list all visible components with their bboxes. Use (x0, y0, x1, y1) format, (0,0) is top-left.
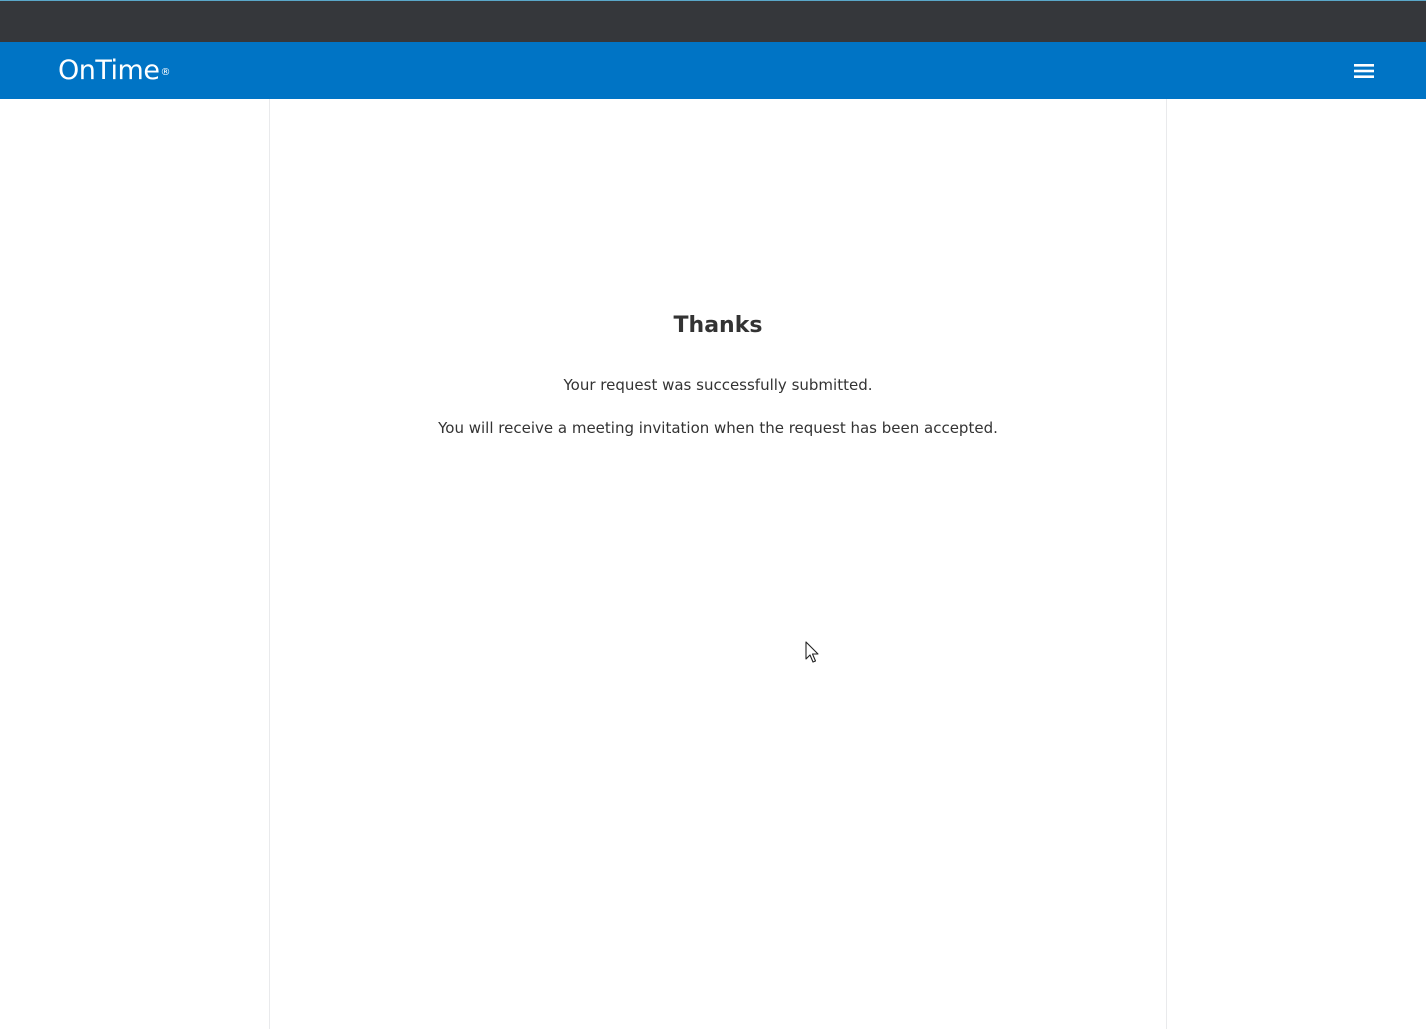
confirmation-line-invitation: You will receive a meeting invitation wh… (438, 419, 998, 437)
confirmation-title: Thanks (673, 313, 763, 338)
brand-name: OnTime (58, 55, 160, 86)
main-content-panel: Thanks Your request was successfully sub… (269, 99, 1167, 1029)
menu-button[interactable] (1348, 56, 1380, 86)
app-header: OnTime® (0, 42, 1426, 99)
mouse-pointer-icon (805, 641, 819, 663)
registered-mark: ® (160, 67, 170, 78)
window-top-strip (0, 0, 1426, 42)
confirmation-line-submitted: Your request was successfully submitted. (563, 376, 873, 394)
brand-logo[interactable]: OnTime® (58, 54, 170, 88)
confirmation-message: Thanks Your request was successfully sub… (270, 311, 1166, 461)
hamburger-menu-icon (1354, 64, 1374, 78)
